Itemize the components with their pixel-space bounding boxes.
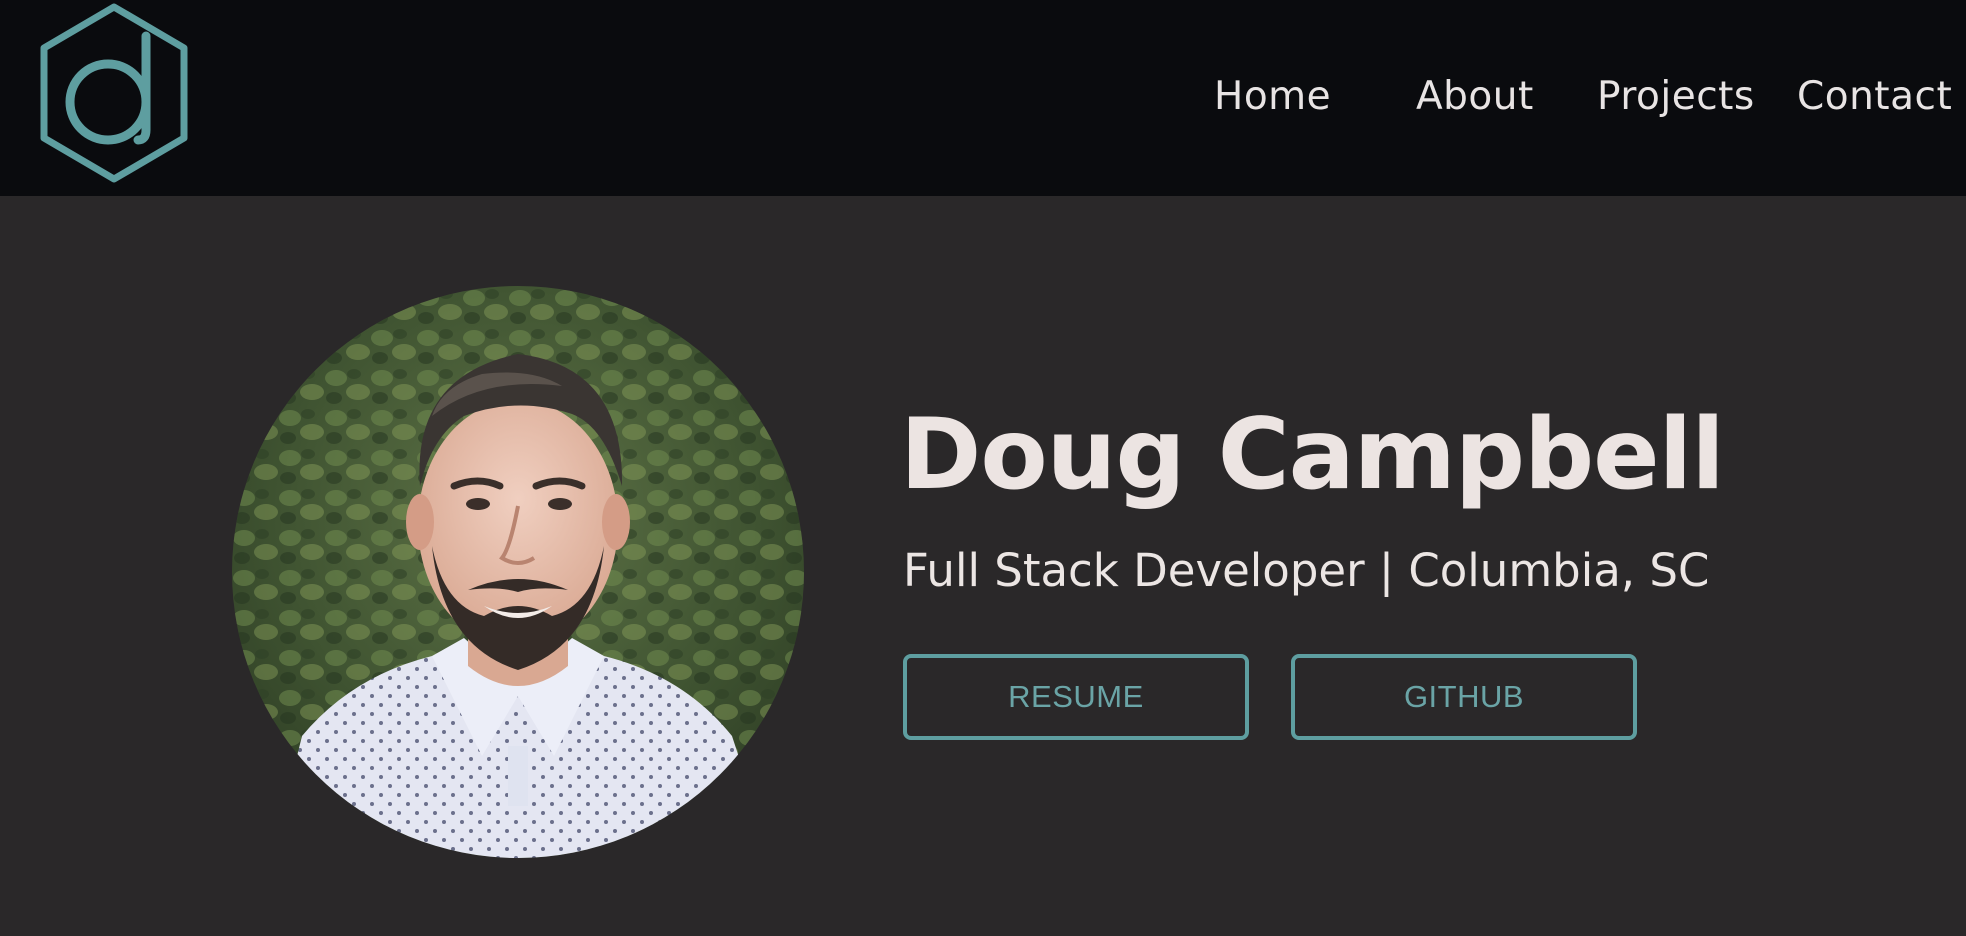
nav-contact-link[interactable]: Contact [1797, 74, 1952, 119]
profile-photo [232, 286, 804, 858]
navbar: Home About Projects Contact [0, 0, 1966, 196]
hexagon-d-logo-icon[interactable] [36, 2, 192, 184]
nav-home-link[interactable]: Home [1214, 74, 1331, 119]
resume-button[interactable]: RESUME [903, 654, 1249, 740]
github-button[interactable]: GITHUB [1291, 654, 1637, 740]
hero-name: Doug Campbell [900, 398, 1725, 512]
nav-about-link[interactable]: About [1416, 74, 1534, 119]
nav-projects-link[interactable]: Projects [1597, 74, 1755, 119]
hero-subtitle: Full Stack Developer | Columbia, SC [903, 544, 1710, 597]
